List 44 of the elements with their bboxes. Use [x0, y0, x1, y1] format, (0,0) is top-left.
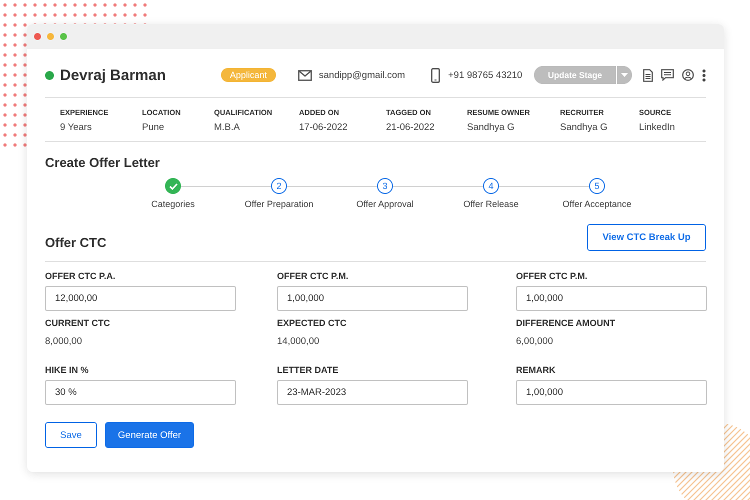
detail-value: Pune — [142, 122, 166, 133]
email-text: sandipp@gmail.com — [318, 70, 406, 80]
detail-value: Sandhya G — [560, 122, 609, 133]
generate-offer-button[interactable]: Generate Offer — [105, 422, 194, 448]
input-field[interactable]: 23-MAR-2023 — [277, 380, 468, 405]
field-label: EXPECTED CTC — [277, 318, 348, 330]
input-field[interactable]: 12,000,00 — [45, 286, 236, 311]
candidate-name: Devraj Barman — [60, 66, 167, 84]
input-field[interactable]: 1,00,000 — [277, 286, 468, 311]
step-label: Offer Acceptance — [562, 199, 632, 209]
detail-value: 9 Years — [60, 122, 93, 133]
step-number: 4 — [483, 178, 499, 194]
field-label: HIKE IN % — [45, 365, 90, 377]
view-breakup-button[interactable]: View CTC Break Up — [587, 224, 706, 251]
step-label: Offer Approval — [356, 199, 414, 209]
field-label: REMARK — [516, 365, 556, 377]
detail-value: M.B.A — [214, 122, 241, 133]
step-label: Offer Release — [463, 199, 519, 209]
step-label: Offer Preparation — [244, 199, 314, 209]
step-label: Categories — [151, 199, 195, 209]
input-field[interactable]: 1,00,000 — [516, 380, 707, 405]
step-number: 2 — [271, 178, 287, 194]
field-value: 8,000,00 — [45, 336, 83, 347]
field-value: 6,00,000 — [516, 336, 554, 347]
field-label: OFFER CTC P.A. — [45, 271, 116, 283]
save-button[interactable]: Save — [45, 422, 97, 448]
detail-value: 21-06-2022 — [386, 122, 436, 133]
phone-text: +91 98765 43210 — [448, 70, 522, 80]
input-field[interactable]: 1,00,000 — [516, 286, 707, 311]
detail-value: LinkedIn — [639, 122, 676, 133]
field-label: OFFER CTC P.M. — [277, 271, 350, 283]
detail-value: 17-06-2022 — [299, 122, 349, 133]
section-title: Offer CTC — [45, 235, 106, 250]
step-number: 5 — [589, 178, 605, 194]
page-title: Create Offer Letter — [45, 155, 161, 170]
field-value: 14,000,00 — [277, 336, 320, 347]
input-field[interactable]: 30 % — [45, 380, 236, 405]
step-number: 3 — [377, 178, 393, 194]
field-label: CURRENT CTC — [45, 318, 111, 330]
status-badge: Applicant — [220, 68, 276, 82]
field-label: DIFFERENCE AMOUNT — [516, 318, 616, 330]
field-label: OFFER CTC P.M. — [516, 271, 588, 283]
field-label: LETTER DATE — [277, 365, 340, 377]
detail-value: Sandhya G — [467, 122, 516, 133]
